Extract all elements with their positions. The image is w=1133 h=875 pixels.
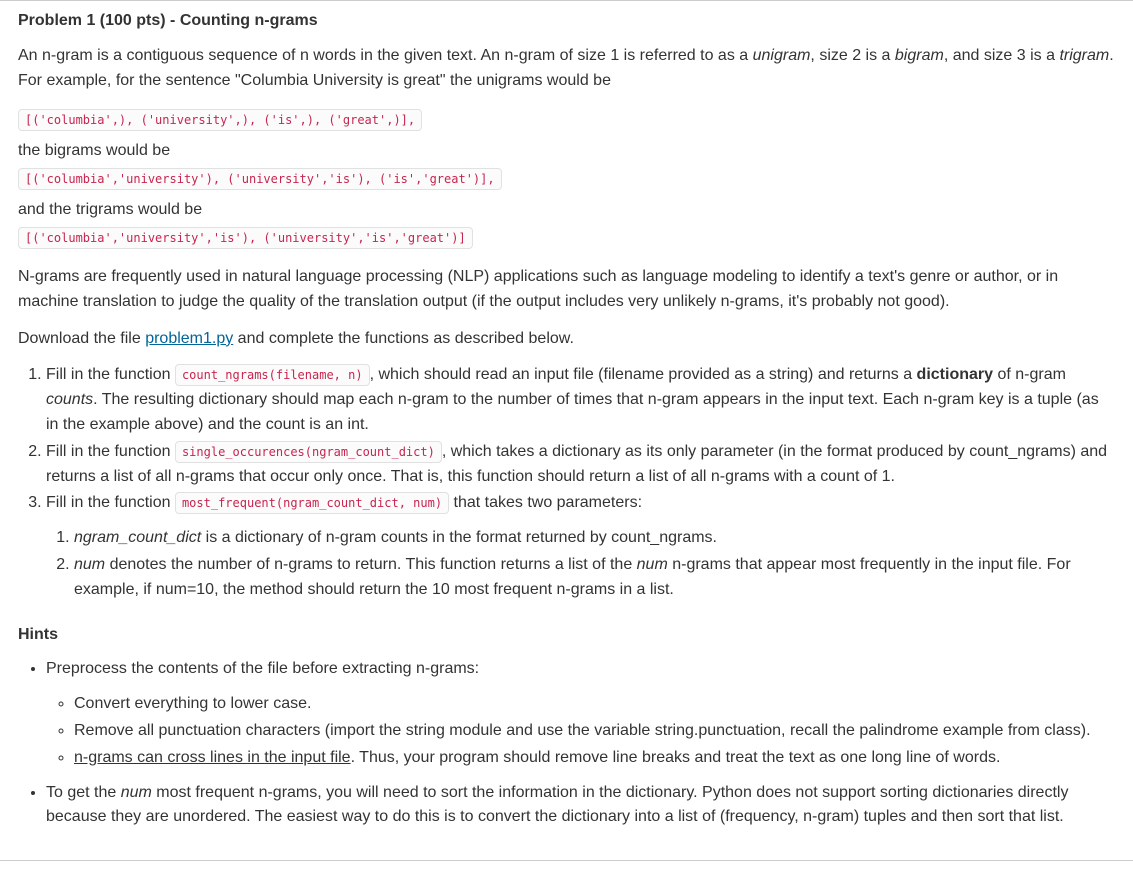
task3-sub1: ngram_count_dict is a dictionary of n-gr… xyxy=(74,526,1115,551)
bigrams-label: the bigrams would be xyxy=(18,139,1115,164)
text: Fill in the function xyxy=(46,366,175,383)
hint-crosslines-underline: n-grams can cross lines in the input fil… xyxy=(74,749,351,766)
task3-sublist: ngram_count_dict is a dictionary of n-gr… xyxy=(46,526,1115,602)
task-item-2: Fill in the function single_occurences(n… xyxy=(46,440,1115,490)
text: and complete the functions as described … xyxy=(233,330,574,347)
text: , size 2 is a xyxy=(810,47,894,64)
term-trigram: trigram xyxy=(1059,47,1109,64)
intro-paragraph: An n-gram is a contiguous sequence of n … xyxy=(18,44,1115,94)
bold-dictionary: dictionary xyxy=(917,366,993,383)
task-list: Fill in the function count_ngrams(filena… xyxy=(18,363,1115,602)
text: . Thus, your program should remove line … xyxy=(351,749,1001,766)
code-trigrams: [('columbia','university','is'), ('unive… xyxy=(18,227,473,249)
param-ngram-count-dict: ngram_count_dict xyxy=(74,529,201,546)
param-num-inline: num xyxy=(637,556,668,573)
text: of n-gram xyxy=(993,366,1066,383)
param-num: num xyxy=(74,556,105,573)
hint-preprocess-sublist: Convert everything to lower case. Remove… xyxy=(46,692,1115,770)
text: , which should read an input file (filen… xyxy=(370,366,917,383)
param-num-hint: num xyxy=(121,784,152,801)
nlp-paragraph: N-grams are frequently used in natural l… xyxy=(18,265,1115,315)
code-unigrams: [('columbia',), ('university',), ('is',)… xyxy=(18,109,422,131)
code-single-occurences: single_occurences(ngram_count_dict) xyxy=(175,441,442,463)
download-paragraph: Download the file problem1.py and comple… xyxy=(18,327,1115,352)
hint-punctuation: Remove all punctuation characters (impor… xyxy=(74,719,1115,744)
text: An n-gram is a contiguous sequence of n … xyxy=(18,47,753,64)
task-item-3: Fill in the function most_frequent(ngram… xyxy=(46,491,1115,602)
text: . The resulting dictionary should map ea… xyxy=(46,391,1099,433)
term-unigram: unigram xyxy=(753,47,811,64)
term-bigram: bigram xyxy=(895,47,944,64)
hint-lowercase: Convert everything to lower case. xyxy=(74,692,1115,717)
text: is a dictionary of n-gram counts in the … xyxy=(201,529,717,546)
text: Download the file xyxy=(18,330,145,347)
problem-body: An n-gram is a contiguous sequence of n … xyxy=(18,44,1115,830)
problem1-link[interactable]: problem1.py xyxy=(145,330,233,347)
trigrams-label: and the trigrams would be xyxy=(18,198,1115,223)
text: Fill in the function xyxy=(46,443,175,460)
text: , and size 3 is a xyxy=(944,47,1060,64)
hints-list: Preprocess the contents of the file befo… xyxy=(18,657,1115,830)
text: To get the xyxy=(46,784,121,801)
task-item-1: Fill in the function count_ngrams(filena… xyxy=(46,363,1115,437)
italic-counts: counts xyxy=(46,391,93,408)
hint-sort: To get the num most frequent n-grams, yo… xyxy=(46,781,1115,831)
text: Fill in the function xyxy=(46,494,175,511)
code-bigrams: [('columbia','university'), ('university… xyxy=(18,168,502,190)
hint-crosslines: n-grams can cross lines in the input fil… xyxy=(74,746,1115,771)
text: most frequent n-grams, you will need to … xyxy=(46,784,1068,826)
task3-sub2: num denotes the number of n-grams to ret… xyxy=(74,553,1115,603)
problem-title: Problem 1 (100 pts) - Counting n-grams xyxy=(18,9,1115,34)
text: that takes two parameters: xyxy=(449,494,642,511)
code-most-frequent: most_frequent(ngram_count_dict, num) xyxy=(175,492,449,514)
text: Preprocess the contents of the file befo… xyxy=(46,660,479,677)
hint-preprocess: Preprocess the contents of the file befo… xyxy=(46,657,1115,770)
code-count-ngrams: count_ngrams(filename, n) xyxy=(175,364,370,386)
text: denotes the number of n-grams to return.… xyxy=(105,556,637,573)
hints-heading: Hints xyxy=(18,623,1115,648)
